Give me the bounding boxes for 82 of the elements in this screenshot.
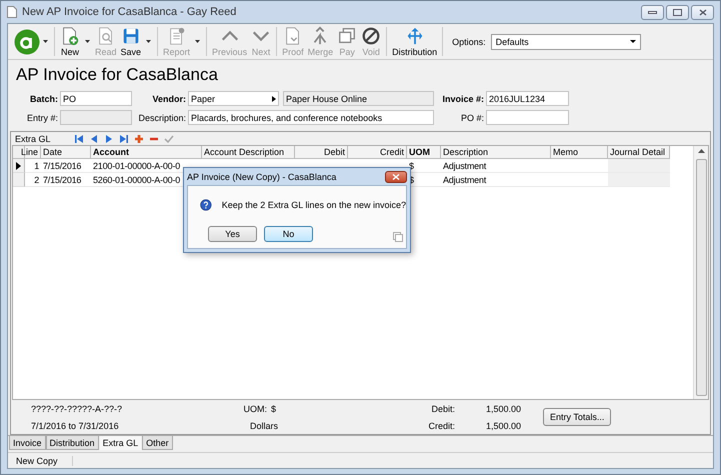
column-header[interactable]: Date (41, 146, 91, 159)
description-field[interactable]: Placards, brochures, and conference notebooks (188, 110, 434, 125)
column-header[interactable]: Journal Detail (608, 146, 670, 159)
toolbar-button[interactable]: New (58, 24, 82, 59)
entry-totals-button[interactable]: Entry Totals... (543, 408, 612, 426)
debit-label: Debit: (431, 404, 456, 414)
field-label: Batch: (28, 94, 58, 104)
vendor-field[interactable]: Paper (188, 91, 279, 106)
uom-name: Dollars (248, 420, 278, 430)
tab[interactable]: Extra GL (98, 436, 142, 451)
account-mask-text: ????-??-?????-A-??-? (31, 404, 124, 414)
field-label: Entry #: (26, 112, 58, 122)
dialog-button[interactable]: No (264, 226, 313, 242)
maximize-button[interactable] (666, 4, 689, 20)
field-label: PO #: (460, 112, 484, 122)
tab[interactable]: Invoice (9, 436, 46, 450)
dropdown-caret-icon[interactable] (85, 40, 90, 43)
credit-total: 1,500.00 (486, 420, 521, 430)
lookup-arrow-icon[interactable] (272, 96, 276, 102)
column-header[interactable]: Debit (295, 146, 348, 159)
logo[interactable] (14, 28, 40, 54)
dropdown-caret-icon[interactable] (43, 40, 48, 43)
document-icon (7, 6, 17, 18)
period-text: 7/1/2016 to 7/31/2016 (31, 420, 120, 430)
table-cell (608, 159, 670, 173)
field-label: Invoice #: (441, 94, 484, 104)
dialog-message: Keep the 2 Extra GL lines on the new invoice? (222, 200, 406, 210)
copy-icon (393, 232, 403, 242)
table-cell: 7/15/2016 (41, 159, 91, 173)
column-header[interactable]: Account Description (202, 146, 295, 159)
tab[interactable]: Distribution (46, 436, 99, 450)
table-cell: Adjustment (441, 159, 551, 173)
vendor-name-field: Paper House Online (283, 91, 434, 106)
toolbar-button[interactable]: Distribution (390, 24, 440, 59)
dropdown-caret-icon (630, 40, 636, 43)
last-record-icon[interactable] (118, 134, 129, 144)
page-heading: AP Invoice for CasaBlanca (15, 64, 219, 85)
dialog-button[interactable]: Yes (208, 226, 257, 242)
entry-number-field (60, 110, 132, 125)
row-header-cell[interactable] (13, 159, 25, 173)
table-cell: Adjustment (441, 173, 551, 187)
table-cell: 7/15/2016 (41, 173, 91, 187)
section-label: Extra GL (15, 134, 51, 144)
column-header[interactable]: UOM (407, 146, 441, 159)
column-header[interactable]: Account (91, 146, 202, 159)
options-label: Options: (452, 36, 486, 46)
close-icon (698, 8, 706, 16)
table-cell: 2 (25, 173, 41, 187)
minimize-button[interactable] (641, 4, 664, 20)
options-dropdown[interactable]: Defaults (490, 34, 641, 50)
close-button[interactable] (385, 170, 407, 182)
first-record-icon[interactable] (74, 134, 84, 144)
po-number-field[interactable] (486, 110, 569, 125)
minimize-icon (648, 10, 657, 14)
debit-total: 1,500.00 (486, 404, 521, 414)
close-icon (392, 174, 400, 180)
credit-label: Credit: (428, 420, 456, 430)
field-label: Vendor: (151, 94, 186, 104)
invoice-number-field[interactable]: 2016JUL1234 (486, 91, 569, 106)
maximize-icon (673, 8, 682, 16)
window-title: New AP Invoice for CasaBlanca - Gay Reed (22, 6, 236, 18)
column-header[interactable]: Memo (551, 146, 608, 159)
toolbar-button[interactable]: Save (118, 24, 144, 59)
scrollbar-thumb[interactable] (696, 159, 706, 396)
row-header-cell[interactable] (13, 173, 25, 187)
uom-value: $ (271, 404, 278, 414)
prohibited-icon (361, 26, 382, 46)
column-header[interactable]: Credit (348, 146, 407, 159)
column-header[interactable]: Description (441, 146, 551, 159)
current-row-icon (16, 162, 21, 170)
new-document-icon (60, 26, 80, 46)
close-button[interactable] (691, 4, 714, 20)
stacked-windows-icon (337, 26, 358, 46)
uom-label: UOM: (244, 404, 268, 414)
batch-field[interactable]: PO (60, 91, 132, 106)
tab[interactable]: Other (142, 436, 173, 450)
add-icon[interactable] (134, 134, 144, 144)
checkmark-icon[interactable] (164, 134, 174, 144)
status-text: New Copy (8, 456, 73, 466)
table-cell: 1 (25, 159, 41, 173)
field-label: Description: (137, 112, 186, 122)
dropdown-caret-icon[interactable] (146, 40, 152, 43)
